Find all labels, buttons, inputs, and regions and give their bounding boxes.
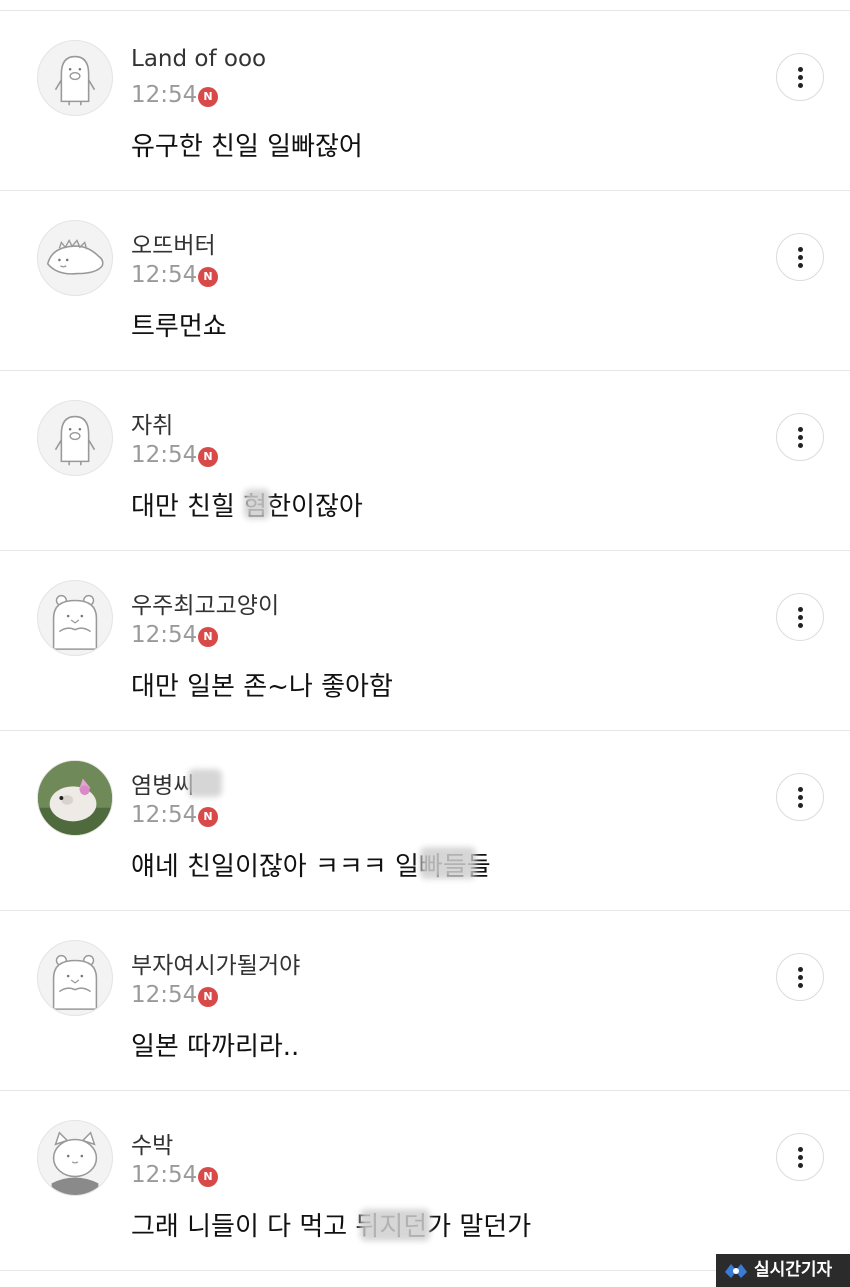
- comment-item: 수박 12:54 N 그래 니들이 다 먹고 뒤지던가 말던가: [0, 1091, 850, 1271]
- comment-time: 12:54: [131, 82, 198, 108]
- comment-time: 12:54: [131, 262, 198, 288]
- comment-time: 12:54: [131, 442, 198, 468]
- comment-item: 염병씨 12:54 N 얘네 친일이잖아 ㅋㅋㅋ 일빠들들: [0, 731, 850, 911]
- censor-blur: [360, 1209, 430, 1241]
- comment-item: 자취 12:54 N 대만 친힐 혐한이잖아: [0, 371, 850, 551]
- logo-icon: [725, 1264, 747, 1278]
- new-badge: N: [198, 807, 218, 827]
- comment-time: 12:54: [131, 1162, 198, 1188]
- comment-time: 12:54: [131, 622, 198, 648]
- more-dots-icon: [798, 247, 803, 252]
- more-options-button[interactable]: [776, 413, 824, 461]
- more-dots-icon: [798, 67, 803, 72]
- more-options-button[interactable]: [776, 233, 824, 281]
- comment-item: 부자여시가될거야 12:54 N 일본 따까리라..: [0, 911, 850, 1091]
- more-dots-icon: [798, 427, 803, 432]
- comment-author[interactable]: 염병씨: [131, 766, 194, 800]
- more-options-button[interactable]: [776, 593, 824, 641]
- comment-text: 유구한 친일 일빠잖어: [131, 132, 363, 162]
- watermark: 실시간기자: [716, 1254, 850, 1287]
- comment-author[interactable]: 부자여시가될거야: [131, 946, 300, 980]
- comment-item: 오뜨버터 12:54 N 트루먼쇼: [0, 191, 850, 371]
- more-dots-icon: [798, 607, 803, 612]
- censor-blur: [188, 769, 222, 797]
- more-options-button[interactable]: [776, 953, 824, 1001]
- comment-author[interactable]: 자취: [131, 406, 173, 440]
- comment-author[interactable]: 오뜨버터: [131, 226, 216, 260]
- watermark-text: 실시간기자: [754, 1260, 833, 1280]
- more-options-button[interactable]: [776, 1133, 824, 1181]
- comment-item: 우주최고고양이 12:54 N 대만 일본 존~나 좋아함: [0, 551, 850, 731]
- more-dots-icon: [798, 1147, 803, 1152]
- more-dots-icon: [798, 967, 803, 972]
- penguin-avatar-icon[interactable]: [37, 40, 113, 116]
- more-options-button[interactable]: [776, 53, 824, 101]
- penguin-avatar-icon[interactable]: [37, 400, 113, 476]
- more-options-button[interactable]: [776, 773, 824, 821]
- comment-text: 그래 니들이 다 먹고 뒤지던가 말던가: [131, 1212, 532, 1242]
- bear-avatar-icon[interactable]: [37, 940, 113, 1016]
- comment-item: Land of ooo 12:54 N 유구한 친일 일빠잖어: [0, 11, 850, 191]
- cat-avatar-icon[interactable]: [37, 1120, 113, 1196]
- comment-text: 트루먼쇼: [131, 312, 227, 342]
- dinosaur-avatar-icon[interactable]: [37, 220, 113, 296]
- more-dots-icon: [798, 787, 803, 792]
- censor-blur: [244, 489, 270, 519]
- new-badge: N: [198, 627, 218, 647]
- comment-time: 12:54: [131, 802, 198, 828]
- comment-author[interactable]: 수박: [131, 1126, 173, 1160]
- new-badge: N: [198, 267, 218, 287]
- bear-avatar-icon[interactable]: [37, 580, 113, 656]
- new-badge: N: [198, 87, 218, 107]
- comment-text: 일본 따까리라..: [131, 1032, 300, 1062]
- new-badge: N: [198, 1167, 218, 1187]
- comment-author[interactable]: 우주최고고양이: [131, 586, 279, 620]
- new-badge: N: [198, 987, 218, 1007]
- new-badge: N: [198, 447, 218, 467]
- censor-blur: [420, 847, 476, 879]
- comment-author[interactable]: Land of ooo: [131, 46, 266, 72]
- comment-text: 대만 일본 존~나 좋아함: [131, 672, 393, 702]
- hamster-photo-avatar[interactable]: [37, 760, 113, 836]
- comment-time: 12:54: [131, 982, 198, 1008]
